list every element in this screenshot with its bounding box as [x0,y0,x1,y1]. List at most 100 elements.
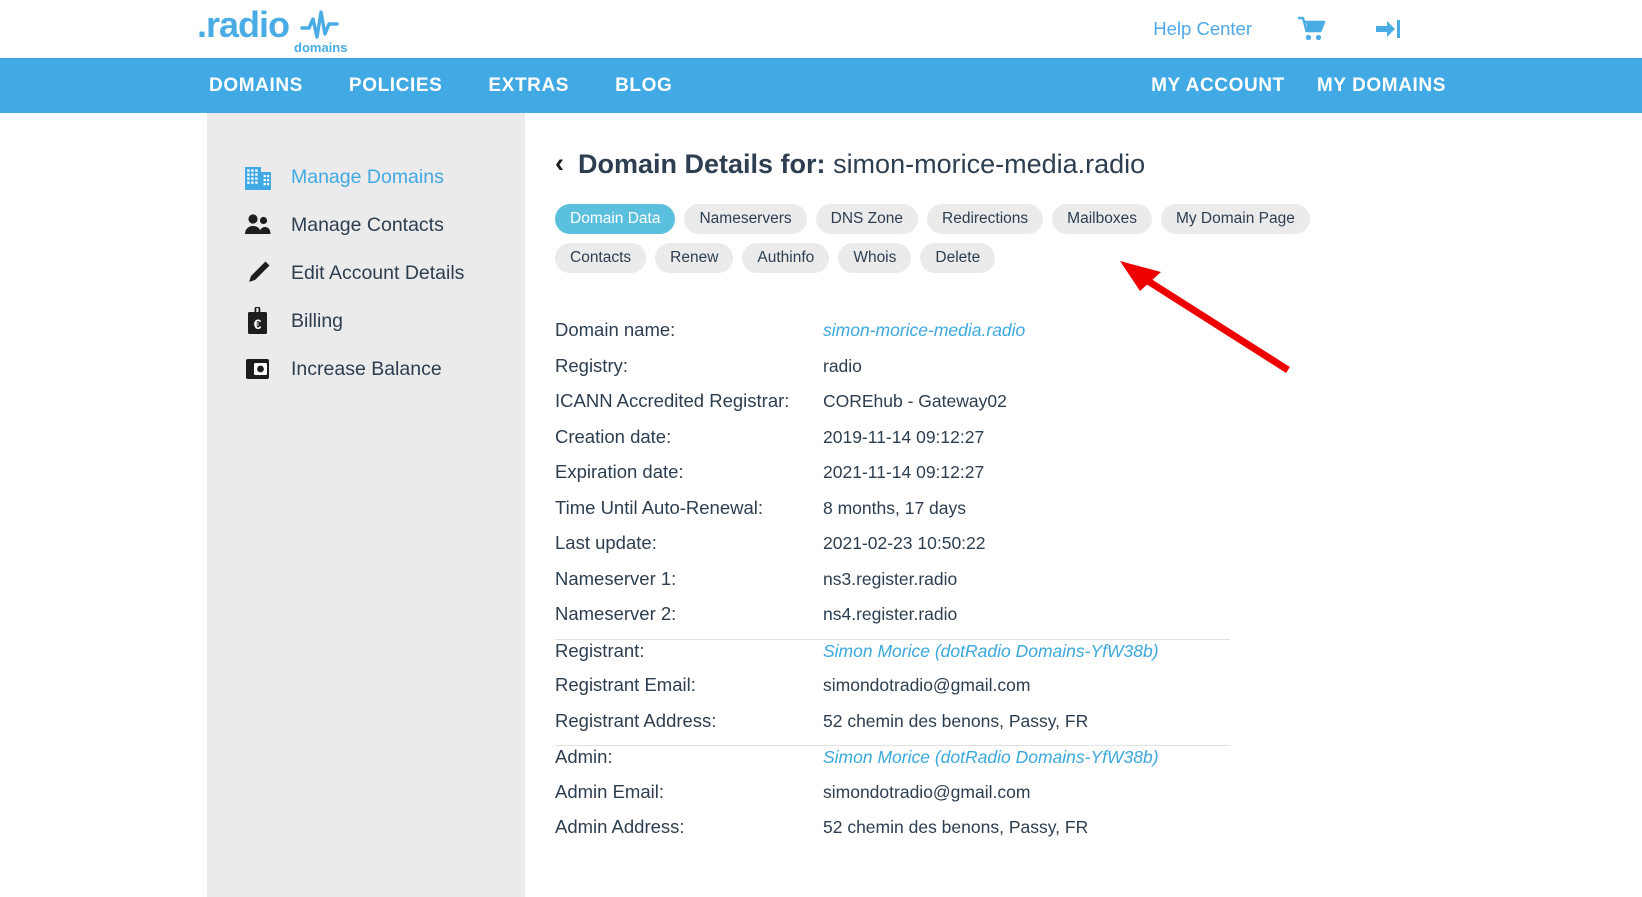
table-row: ICANN Accredited Registrar: COREhub - Ga… [555,390,1230,426]
tab-redirections[interactable]: Redirections [927,204,1044,234]
tab-dns-zone[interactable]: DNS Zone [815,204,919,234]
tab-my-domain-page[interactable]: My Domain Page [1160,204,1310,234]
shopping-cart-glyph [1298,16,1326,41]
nav-item-blog[interactable]: BLOG [615,75,672,97]
detail-label: Registrant: [555,639,645,661]
sidebar-item-manage-domains[interactable]: Manage Domains [207,153,525,201]
detail-value-registrant-address: 52 chemin des benons, Passy, FR [823,710,1089,731]
login-arrow-glyph [1376,20,1400,38]
table-row: Creation date: 2019-11-14 09:12:27 [555,426,1230,462]
back-chevron-icon[interactable]: ‹ [555,149,564,177]
building-glyph [245,167,271,190]
detail-value-registrant[interactable]: Simon Morice (dotRadio Domains-YfW38b) [823,641,1159,662]
detail-value-admin[interactable]: Simon Morice (dotRadio Domains-YfW38b) [823,747,1159,768]
main-content: ‹ Domain Details for: simon-morice-media… [525,113,1642,897]
table-row: Admin Email: simondotradio@gmail.com [555,781,1230,817]
help-center-link[interactable]: Help Center [1153,18,1252,40]
detail-label: Creation date: [555,425,672,447]
site-logo[interactable]: .radio domains [197,4,377,56]
euro-tag-glyph: € [248,307,267,334]
detail-label: Domain name: [555,319,676,340]
detail-label: Last update: [555,532,657,553]
svg-text:.radio: .radio [197,4,289,45]
table-row: Nameserver 1: ns3.register.radio [555,568,1230,604]
detail-value-registrant-email: simondotradio@gmail.com [823,675,1031,695]
detail-label: Time Until Auto-Renewal: [555,496,764,518]
table-row: Admin Address: 52 chemin des benons, Pas… [555,816,1230,852]
top-header: .radio domains Help Center [0,0,1642,58]
detail-label: Nameserver 2: [555,603,677,624]
nav-item-domains[interactable]: DOMAINS [209,75,303,97]
nav-item-my-account[interactable]: MY ACCOUNT [1151,75,1285,97]
detail-value-registry: radio [823,355,862,376]
svg-text:€: € [254,316,262,332]
detail-label: Registrant Address: [555,709,717,731]
tab-nameservers[interactable]: Nameservers [684,204,807,234]
domain-details-table: Domain name: simon-morice-media.radio Re… [555,319,1230,852]
table-row: Registrant Address: 52 chemin des benons… [555,710,1230,746]
page-body: Manage Domains Manage Contacts Edit Acco… [0,113,1642,897]
table-row: Registry: radio [555,355,1230,391]
detail-value-admin-address: 52 chemin des benons, Passy, FR [823,817,1089,837]
domain-tabs: Domain Data Nameservers DNS Zone Redirec… [555,204,1325,273]
detail-value-expiration-date: 2021-11-14 09:12:27 [823,462,985,482]
table-row: Time Until Auto-Renewal: 8 months, 17 da… [555,497,1230,533]
sidebar-label-manage-contacts: Manage Contacts [291,213,444,236]
tab-mailboxes[interactable]: Mailboxes [1052,204,1152,234]
table-row: Nameserver 2: ns4.register.radio [555,603,1230,639]
sidebar: Manage Domains Manage Contacts Edit Acco… [207,113,525,897]
shopping-cart-icon[interactable] [1298,16,1328,42]
sidebar-item-edit-account-details[interactable]: Edit Account Details [207,249,525,297]
sidebar-item-manage-contacts[interactable]: Manage Contacts [207,201,525,249]
tab-delete[interactable]: Delete [920,243,996,273]
page-title-prefix: Domain Details for: [578,149,826,179]
detail-value-nameserver-2: ns4.register.radio [823,604,958,624]
detail-label: Admin Address: [555,816,685,837]
detail-value-auto-renewal: 8 months, 17 days [823,497,966,518]
nav-item-my-domains[interactable]: MY DOMAINS [1317,75,1446,97]
people-icon [243,210,273,240]
table-row: Admin: Simon Morice (dotRadio Domains-Yf… [555,745,1230,781]
pencil-glyph [249,261,270,282]
sidebar-menu: Manage Domains Manage Contacts Edit Acco… [207,113,525,393]
sidebar-item-increase-balance[interactable]: Increase Balance [207,345,525,393]
wallet-card-icon [243,354,273,384]
tab-renew[interactable]: Renew [655,243,734,273]
building-icon [243,162,273,192]
tab-domain-data[interactable]: Domain Data [555,204,676,234]
tab-contacts[interactable]: Contacts [555,243,647,273]
detail-value-nameserver-1: ns3.register.radio [823,568,958,589]
nav-item-policies[interactable]: POLICIES [349,75,442,97]
login-arrow-icon[interactable] [1374,16,1402,42]
detail-label: Registry: [555,354,628,376]
tab-whois[interactable]: Whois [838,243,912,273]
people-glyph [245,214,271,234]
detail-value-last-update: 2021-02-23 10:50:22 [823,533,986,553]
svg-text:domains: domains [294,40,347,55]
detail-label: Admin Email: [555,780,664,802]
detail-label: Registrant Email: [555,674,696,695]
sidebar-label-billing: Billing [291,309,344,332]
page-title-domain: simon-morice-media.radio [833,149,1146,179]
wallet-card-glyph [246,359,269,379]
detail-value-creation-date: 2019-11-14 09:12:27 [823,426,985,447]
navbar-right-links: MY ACCOUNT MY DOMAINS [1151,58,1446,113]
main-navbar: DOMAINS POLICIES EXTRAS BLOG MY ACCOUNT … [0,58,1642,113]
detail-label: Expiration date: [555,461,684,482]
detail-value-admin-email: simondotradio@gmail.com [823,781,1031,802]
sidebar-label-manage-domains: Manage Domains [291,165,444,188]
detail-value-domain-name[interactable]: simon-morice-media.radio [823,320,1025,341]
detail-label: Admin: [555,746,613,767]
sidebar-label-increase-balance: Increase Balance [291,357,442,380]
tab-authinfo[interactable]: Authinfo [742,243,830,273]
detail-label: ICANN Accredited Registrar: [555,390,790,411]
detail-label: Nameserver 1: [555,567,677,589]
pencil-icon [243,258,273,288]
table-row: Registrant Email: simondotradio@gmail.co… [555,674,1230,710]
navbar-left-links: DOMAINS POLICIES EXTRAS BLOG [209,58,672,113]
sidebar-label-edit-account-details: Edit Account Details [291,261,465,284]
sidebar-item-billing[interactable]: € Billing [207,297,525,345]
table-row: Domain name: simon-morice-media.radio [555,319,1230,355]
page-title: Domain Details for: simon-morice-media.r… [578,149,1145,180]
nav-item-extras[interactable]: EXTRAS [488,75,569,97]
